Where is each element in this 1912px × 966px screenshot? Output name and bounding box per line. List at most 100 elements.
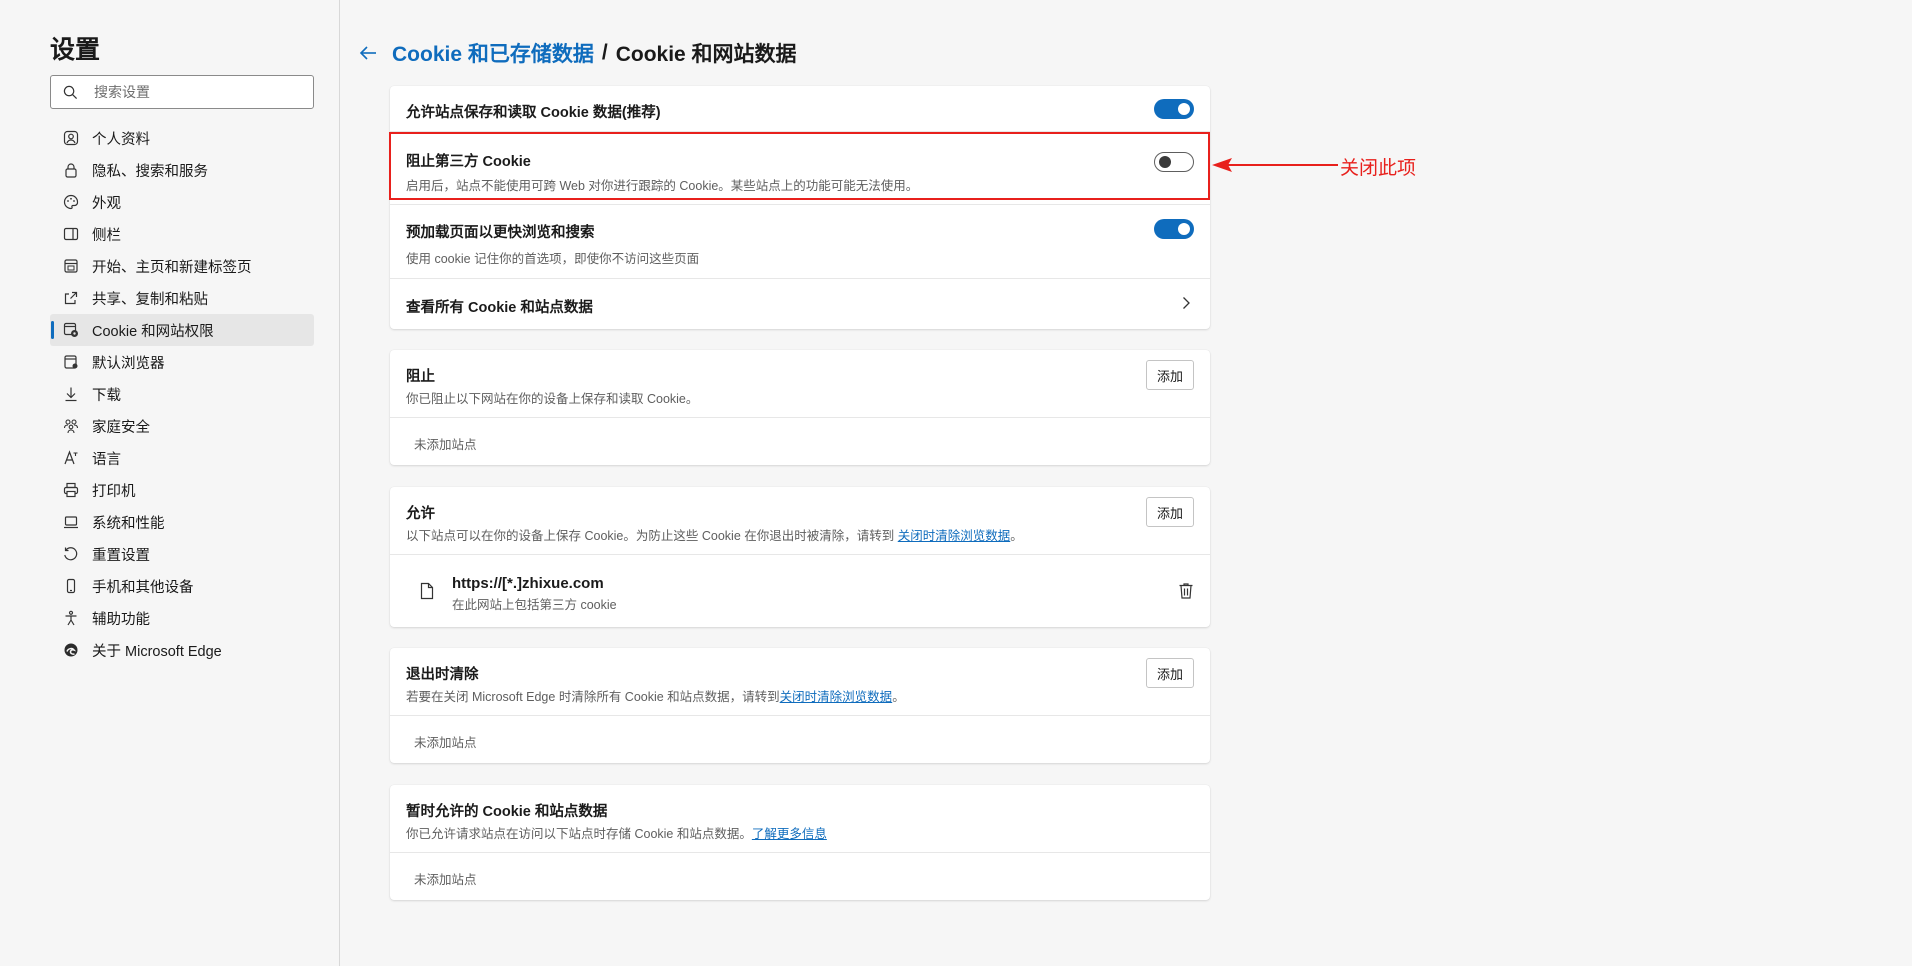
page-header: Cookie 和已存储数据 / Cookie 和网站数据: [358, 38, 797, 68]
sidebar-item-label: 语言: [92, 451, 121, 468]
see-all-cookies-row[interactable]: 查看所有 Cookie 和站点数据: [390, 279, 1210, 329]
sidebar-item-about[interactable]: 关于 Microsoft Edge: [50, 634, 314, 666]
family-icon: [62, 417, 80, 435]
page-title: Cookie 和网站数据: [615, 43, 797, 66]
search-box[interactable]: [50, 75, 314, 109]
sidebar-item-profile[interactable]: 个人资料: [50, 122, 314, 154]
sidebar-item-system[interactable]: 系统和性能: [50, 506, 314, 538]
file-icon: [420, 582, 434, 600]
block-empty-row: 未添加站点: [390, 418, 1210, 465]
language-icon: [62, 449, 80, 467]
sidebar-item-printer[interactable]: 打印机: [50, 474, 314, 506]
temp-allowed-header-row: 暂时允许的 Cookie 和站点数据 你已允许请求站点在访问以下站点时存储 Co…: [390, 785, 1210, 853]
sidebar-item-accessibility[interactable]: 辅助功能: [50, 602, 314, 634]
sidebar-item-label: 侧栏: [92, 227, 121, 244]
allow-header-row: 允许 以下站点可以在你的设备上保存 Cookie。为防止这些 Cookie 在你…: [390, 487, 1210, 555]
block-third-party-row: 阻止第三方 Cookie 启用后，站点不能使用可跨 Web 对你进行跟踪的 Co…: [390, 132, 1210, 205]
block-third-party-toggle[interactable]: [1154, 152, 1194, 172]
edge-icon: [62, 641, 80, 659]
laptop-icon: [62, 513, 80, 531]
clear-on-exit-empty-row: 未添加站点: [390, 716, 1210, 763]
reset-icon: [62, 545, 80, 563]
temp-allowed-title: 暂时允许的 Cookie 和站点数据: [406, 804, 608, 820]
breadcrumb-parent[interactable]: Cookie 和已存储数据: [392, 38, 594, 68]
sidebar-item-family[interactable]: 家庭安全: [50, 410, 314, 442]
sidebar-item-label: 辅助功能: [92, 611, 150, 628]
phone-icon: [62, 577, 80, 595]
download-icon: [62, 385, 80, 403]
clear-on-exit-add-button[interactable]: 添加: [1146, 658, 1194, 688]
search-input[interactable]: [94, 84, 294, 100]
sidebar-item-label: 下载: [92, 387, 121, 404]
share-icon: [62, 289, 80, 307]
clear-on-exit-empty-text: 未添加站点: [414, 736, 477, 750]
chevron-right-icon: [1180, 296, 1192, 310]
preload-toggle[interactable]: [1154, 219, 1194, 239]
block-header-row: 阻止 你已阻止以下网站在你的设备上保存和读取 Cookie。 添加: [390, 350, 1210, 418]
cookie-settings-card: 允许站点保存和读取 Cookie 数据(推荐) 阻止第三方 Cookie 启用后…: [390, 86, 1210, 329]
allow-cookies-title: 允许站点保存和读取 Cookie 数据(推荐): [406, 105, 661, 121]
block-empty-text: 未添加站点: [414, 438, 477, 452]
block-description: 你已阻止以下网站在你的设备上保存和读取 Cookie。: [406, 392, 699, 406]
clear-on-close-link[interactable]: 关闭时清除浏览数据: [898, 529, 1011, 543]
sidebar-item-downloads[interactable]: 下载: [50, 378, 314, 410]
sidebar-item-label: 系统和性能: [92, 515, 165, 532]
sidebar-item-label: 手机和其他设备: [92, 579, 194, 596]
preload-row: 预加载页面以更快浏览和搜索 使用 cookie 记住你的首选项，即使你不访问这些…: [390, 205, 1210, 279]
allow-cookies-toggle[interactable]: [1154, 99, 1194, 119]
allow-title: 允许: [406, 506, 435, 522]
allowed-site-row: https://[*.]zhixue.com 在此网站上包括第三方 cookie: [390, 555, 1210, 627]
breadcrumb-separator: /: [601, 41, 608, 64]
annotation-text: 关闭此项: [1340, 158, 1417, 179]
sidebar-item-sidebar[interactable]: 侧栏: [50, 218, 314, 250]
home-icon: [62, 257, 80, 275]
clear-on-close-link[interactable]: 关闭时清除浏览数据: [780, 690, 893, 704]
sidebar-item-label: 外观: [92, 195, 121, 212]
printer-icon: [62, 481, 80, 499]
back-arrow-icon[interactable]: [358, 43, 378, 63]
accessibility-icon: [62, 609, 80, 627]
block-third-party-title: 阻止第三方 Cookie: [406, 154, 531, 170]
clear-on-exit-description: 若要在关闭 Microsoft Edge 时清除所有 Cookie 和站点数据，…: [406, 690, 905, 704]
sidebar-item-start-home[interactable]: 开始、主页和新建标签页: [50, 250, 314, 282]
sidebar-item-label: 开始、主页和新建标签页: [92, 259, 252, 276]
sidebar-item-cookies[interactable]: Cookie 和网站权限: [50, 314, 314, 346]
sidebar-nav: 个人资料 隐私、搜索和服务 外观 侧栏 开始、主页和新建标签页 共享、复制和粘贴…: [50, 122, 314, 666]
learn-more-link[interactable]: 了解更多信息: [752, 827, 827, 841]
sidebar-title: 设置: [50, 36, 101, 64]
block-third-party-description: 启用后，站点不能使用可跨 Web 对你进行跟踪的 Cookie。某些站点上的功能…: [406, 179, 919, 193]
sidebar-item-phone[interactable]: 手机和其他设备: [50, 570, 314, 602]
temp-allowed-description: 你已允许请求站点在访问以下站点时存储 Cookie 和站点数据。了解更多信息: [406, 827, 827, 841]
sidebar-item-label: 共享、复制和粘贴: [92, 291, 208, 308]
sidebar-item-label: 关于 Microsoft Edge: [92, 643, 222, 660]
profile-icon: [62, 129, 80, 147]
sidebar-item-label: 个人资料: [92, 131, 150, 148]
delete-site-icon[interactable]: [1178, 582, 1194, 600]
block-card: 阻止 你已阻止以下网站在你的设备上保存和读取 Cookie。 添加 未添加站点: [390, 350, 1210, 465]
allowed-site-url: https://[*.]zhixue.com: [452, 575, 604, 592]
clear-on-exit-card: 退出时清除 若要在关闭 Microsoft Edge 时清除所有 Cookie …: [390, 648, 1210, 763]
block-title: 阻止: [406, 369, 435, 385]
sidebar-item-appearance[interactable]: 外观: [50, 186, 314, 218]
sidebar-item-label: 默认浏览器: [92, 355, 165, 372]
block-add-button[interactable]: 添加: [1146, 360, 1194, 390]
sidebar-item-label: 家庭安全: [92, 419, 150, 436]
sidebar-item-label: 打印机: [92, 483, 136, 500]
sidebar-item-label: Cookie 和网站权限: [92, 323, 214, 340]
cookie-icon: [62, 321, 80, 339]
sidebar-item-share[interactable]: 共享、复制和粘贴: [50, 282, 314, 314]
palette-icon: [62, 193, 80, 211]
sidebar-item-reset[interactable]: 重置设置: [50, 538, 314, 570]
temp-allowed-empty-text: 未添加站点: [414, 873, 477, 887]
allow-cookies-row: 允许站点保存和读取 Cookie 数据(推荐): [390, 86, 1210, 132]
sidebar-icon: [62, 225, 80, 243]
search-icon: [63, 85, 78, 99]
sidebar-item-privacy[interactable]: 隐私、搜索和服务: [50, 154, 314, 186]
browser-icon: [62, 353, 80, 371]
preload-title: 预加载页面以更快浏览和搜索: [406, 225, 595, 241]
preload-description: 使用 cookie 记住你的首选项，即使你不访问这些页面: [406, 252, 700, 266]
sidebar-item-default-browser[interactable]: 默认浏览器: [50, 346, 314, 378]
allow-add-button[interactable]: 添加: [1146, 497, 1194, 527]
sidebar-item-language[interactable]: 语言: [50, 442, 314, 474]
allow-card: 允许 以下站点可以在你的设备上保存 Cookie。为防止这些 Cookie 在你…: [390, 487, 1210, 627]
